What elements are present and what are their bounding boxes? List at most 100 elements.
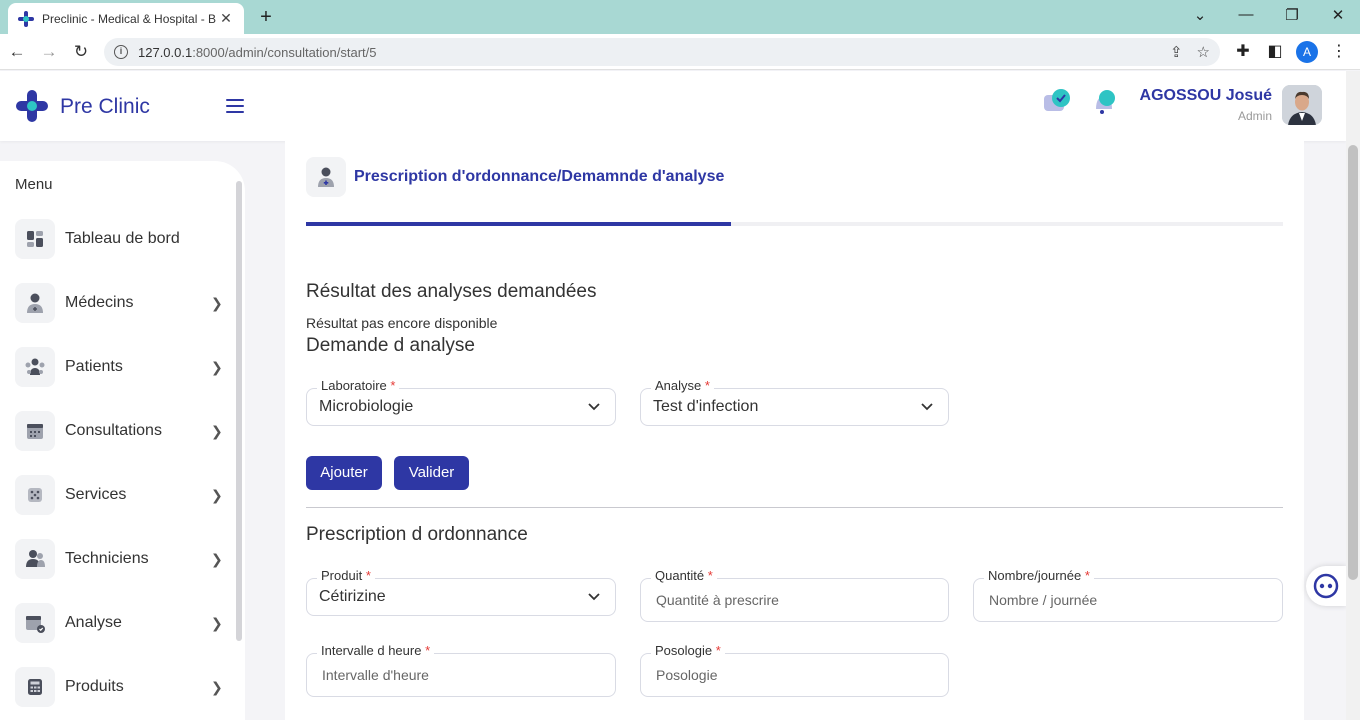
sidebar-item-medecins[interactable]: Médecins ❯ (15, 283, 225, 323)
user-avatar[interactable] (1282, 85, 1322, 125)
browser-menu-icon[interactable]: ⋮ (1328, 41, 1350, 61)
sidebar-item-label: Services (65, 486, 127, 503)
restore-button[interactable]: ❐ (1282, 6, 1302, 24)
browser-profile-avatar[interactable]: A (1296, 41, 1318, 63)
laboratoire-select[interactable]: Laboratoire * Microbiologie (306, 378, 616, 426)
calendar-icon (15, 411, 55, 451)
browser-tab[interactable]: Preclinic - Medical & Hospital - B ✕ (8, 3, 244, 34)
chevron-down-icon (587, 399, 601, 413)
quantite-label: Quantité (655, 568, 705, 583)
technicians-icon (15, 539, 55, 579)
reload-button[interactable]: ↻ (70, 41, 92, 63)
nombre-journee-input[interactable] (974, 579, 1282, 621)
chevron-right-icon: ❯ (211, 486, 223, 503)
minimize-button[interactable]: — (1236, 6, 1256, 23)
sidebar-item-produits[interactable]: Produits ❯ (15, 667, 225, 707)
chatbot-launcher-button[interactable] (1306, 566, 1346, 606)
produit-label: Produit (321, 568, 363, 583)
analyse-label: Analyse (655, 378, 702, 393)
laboratoire-value: Microbiologie (319, 398, 414, 415)
side-panel-icon[interactable]: ◧ (1264, 41, 1286, 61)
chatbot-face-icon (1313, 573, 1339, 599)
analyse-select[interactable]: Analyse * Test d'infection (640, 378, 949, 426)
sidebar-item-patients[interactable]: Patients ❯ (15, 347, 225, 387)
tab-close-icon[interactable]: ✕ (218, 10, 234, 27)
analysis-request-heading: Demande d analyse (306, 335, 475, 356)
posologie-label: Posologie (655, 643, 713, 658)
user-name[interactable]: AGOSSOU Josué (1140, 87, 1272, 105)
analyse-value: Test d'infection (653, 398, 759, 415)
sidebar-item-techniciens[interactable]: Techniciens ❯ (15, 539, 225, 579)
url-host: 127.0.0.1 (138, 44, 193, 60)
sidebar-scrollbar[interactable] (236, 181, 242, 641)
laboratoire-label: Laboratoire (321, 378, 387, 393)
site-info-icon[interactable]: i (114, 45, 128, 59)
sidebar-item-consultations[interactable]: Consultations ❯ (15, 411, 225, 451)
clinic-favicon-icon (18, 10, 34, 27)
address-bar[interactable]: i 127.0.0.1:8000/admin/consultation/star… (104, 38, 1220, 66)
ajouter-button[interactable]: Ajouter (306, 456, 382, 490)
page-scrollbar[interactable] (1346, 71, 1360, 720)
consultation-card: Prescription d'ordonnance/Demamnde d'ana… (285, 141, 1304, 720)
posologie-field[interactable]: Posologie * (640, 643, 949, 697)
hamburger-menu-icon[interactable] (226, 99, 244, 113)
quantite-field[interactable]: Quantité * (640, 568, 949, 622)
bookmark-star-icon[interactable]: ☆ (1197, 43, 1210, 61)
app-header: Pre Clinic AGOSSOU Josué Admin (0, 71, 1346, 141)
nombre-journee-label: Nombre/journée (988, 568, 1082, 583)
chat-icon[interactable] (1042, 87, 1072, 117)
sidebar-item-label: Consultations (65, 422, 162, 439)
browser-toolbar: ← → ↻ i 127.0.0.1:8000/admin/consultatio… (0, 34, 1360, 70)
share-icon[interactable]: ⇪ (1170, 43, 1183, 61)
chevron-down-icon (920, 399, 934, 413)
user-role: Admin (1237, 109, 1272, 123)
brand-name[interactable]: Pre Clinic (60, 95, 150, 119)
sidebar-item-label: Techniciens (65, 550, 149, 567)
page-scroll-thumb[interactable] (1348, 145, 1358, 580)
posologie-input[interactable] (641, 654, 948, 696)
sidebar-item-tableau-de-bord[interactable]: Tableau de bord (15, 219, 225, 259)
sidebar-menu-title: Menu (15, 176, 53, 193)
sidebar-item-label: Tableau de bord (65, 230, 180, 247)
new-tab-button[interactable]: + (254, 5, 278, 29)
sidebar: Menu Tableau de bord Médecins ❯ Patients… (0, 161, 245, 720)
url-path: :8000/admin/consultation/start/5 (192, 44, 377, 60)
chevron-right-icon: ❯ (211, 358, 223, 375)
calculator-icon (15, 667, 55, 707)
chevron-right-icon: ❯ (211, 422, 223, 439)
doctor-icon (306, 157, 346, 197)
section-divider (306, 507, 1283, 508)
prescription-heading: Prescription d ordonnance (306, 524, 528, 545)
back-button[interactable]: ← (6, 41, 28, 63)
chevron-right-icon: ❯ (211, 678, 223, 695)
nombre-journee-field[interactable]: Nombre/journée * (973, 568, 1283, 622)
results-text: Résultat pas encore disponible (306, 315, 498, 331)
extensions-puzzle-icon[interactable]: ✚ (1232, 41, 1254, 61)
tab-search-chevron-icon[interactable]: ⌄ (1190, 6, 1210, 24)
sidebar-item-label: Produits (65, 678, 124, 695)
intervalle-heure-field[interactable]: Intervalle d heure * (306, 643, 616, 697)
valider-button[interactable]: Valider (394, 456, 469, 490)
sidebar-item-services[interactable]: Services ❯ (15, 475, 225, 515)
sidebar-item-analyse[interactable]: Analyse ❯ (15, 603, 225, 643)
forward-button[interactable]: → (38, 41, 60, 63)
sidebar-item-label: Médecins (65, 294, 134, 311)
browser-tabstrip: Preclinic - Medical & Hospital - B ✕ + ⌄… (0, 0, 1360, 34)
notification-bell-icon[interactable] (1090, 87, 1120, 117)
produit-select[interactable]: Produit * Cétirizine (306, 568, 616, 616)
patients-icon (15, 347, 55, 387)
preclinic-logo-icon[interactable] (16, 90, 48, 122)
produit-value: Cétirizine (319, 588, 386, 605)
results-heading: Résultat des analyses demandées (306, 281, 597, 302)
step-progress-fill (306, 222, 731, 226)
analysis-calendar-icon (15, 603, 55, 643)
card-title: Prescription d'ordonnance/Demamnde d'ana… (354, 168, 725, 185)
chevron-right-icon: ❯ (211, 614, 223, 631)
services-icon (15, 475, 55, 515)
dashboard-icon (15, 219, 55, 259)
close-window-button[interactable]: ✕ (1328, 6, 1348, 24)
quantite-input[interactable] (641, 579, 948, 621)
chevron-down-icon (587, 589, 601, 603)
intervalle-heure-input[interactable] (307, 654, 615, 696)
doctor-icon (15, 283, 55, 323)
